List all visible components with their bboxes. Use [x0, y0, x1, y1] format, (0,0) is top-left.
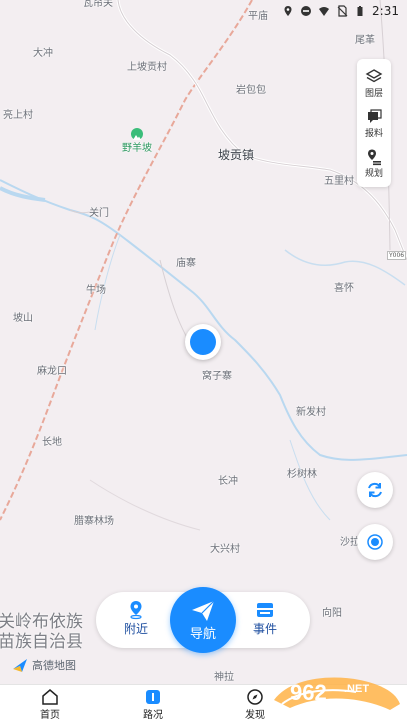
- refresh-button[interactable]: [357, 472, 393, 508]
- events-button[interactable]: 事件: [253, 600, 277, 637]
- place-label: 牛场: [86, 285, 106, 296]
- dnd-icon: [301, 6, 312, 16]
- place-label: 五里村: [324, 176, 354, 187]
- road-shield: Y006: [387, 251, 407, 260]
- site-watermark: 962 .NET 乐游网: [274, 677, 400, 717]
- place-label: 大冲: [33, 48, 53, 59]
- place-label: 上坡贡村: [127, 62, 167, 73]
- locate-me-button[interactable]: [357, 524, 393, 560]
- tab-home[interactable]: 首页: [40, 688, 60, 721]
- region-label: 苗族自治县: [0, 632, 83, 652]
- place-label: 亮上村: [3, 110, 33, 121]
- place-label: 新发村: [296, 407, 326, 418]
- navigate-label: 导航: [189, 626, 216, 642]
- amap-logo: 高德地图: [12, 657, 76, 673]
- mountain-icon: [131, 128, 143, 140]
- place-label: 神拉: [214, 672, 234, 683]
- watermark-suffix: .NET: [344, 683, 369, 695]
- nearby-label: 附近: [124, 622, 149, 636]
- watermark-brand: 962: [290, 680, 327, 705]
- navigate-button[interactable]: 导航: [170, 587, 236, 653]
- tab-discover[interactable]: 发现: [245, 688, 265, 721]
- place-label: 坡山: [13, 313, 33, 324]
- status-bar: 2:31: [0, 0, 407, 24]
- events-icon: [257, 603, 273, 617]
- place-label: 庙寨: [176, 258, 196, 269]
- place-label: 杉树林: [287, 469, 317, 480]
- report-button[interactable]: 报料: [365, 108, 383, 139]
- nearby-pin-icon: [130, 601, 142, 620]
- status-time: 2:31: [372, 4, 399, 18]
- logo-text: 高德地图: [32, 659, 76, 672]
- paper-plane-icon: [192, 600, 215, 621]
- compass-icon: [247, 689, 263, 705]
- place-label: 腊寨林场: [74, 516, 114, 527]
- wifi-icon: [319, 7, 330, 16]
- tab-traffic-label: 路况: [143, 710, 163, 721]
- region-label: 关岭布依族: [0, 612, 83, 632]
- amap-logo-icon: [13, 659, 27, 672]
- current-location-marker: [185, 324, 221, 360]
- tab-traffic[interactable]: 路况: [143, 688, 163, 721]
- events-label: 事件: [253, 622, 278, 636]
- route-plan-icon: [367, 149, 381, 165]
- place-label: 长地: [42, 437, 62, 448]
- layers-icon: [365, 68, 383, 82]
- place-label: 向阳: [322, 608, 342, 619]
- place-label: 喜怀: [334, 283, 354, 294]
- plan-label: 规划: [364, 168, 383, 179]
- layers-button[interactable]: 图层: [365, 68, 383, 99]
- place-label: 窝子寨: [202, 371, 232, 382]
- location-status-icon: [284, 6, 292, 16]
- locate-icon: [367, 534, 383, 550]
- place-label: 野羊坡: [122, 143, 152, 154]
- refresh-icon: [368, 482, 382, 498]
- place-label: 尾革: [355, 35, 375, 46]
- place-label: 大兴村: [210, 544, 240, 555]
- no-sim-icon: [337, 5, 348, 17]
- battery-icon: [357, 6, 363, 16]
- nearby-button[interactable]: 附近: [124, 600, 148, 637]
- layers-label: 图层: [364, 88, 383, 99]
- place-label: 长冲: [218, 476, 238, 487]
- place-label: 麻龙口: [37, 366, 67, 377]
- map-canvas[interactable]: 瓦帘关 平庙 尾革 大冲 上坡贡村 岩包包 亮上村 野羊坡 坡贡镇 五里村 关门…: [0, 0, 407, 684]
- watermark-sub: 乐游网: [342, 704, 375, 717]
- tab-discover-label: 发现: [245, 710, 265, 721]
- traffic-icon: [146, 690, 160, 704]
- place-label: 坡贡镇: [218, 148, 255, 162]
- place-label: 关门: [89, 208, 109, 219]
- map-tools-panel: 图层 报料 规划: [357, 59, 391, 187]
- report-icon: [367, 108, 382, 123]
- plan-button[interactable]: 规划: [365, 148, 383, 179]
- report-label: 报料: [364, 128, 383, 139]
- home-icon: [42, 689, 58, 705]
- place-label: 岩包包: [236, 85, 266, 96]
- tab-home-label: 首页: [40, 710, 60, 721]
